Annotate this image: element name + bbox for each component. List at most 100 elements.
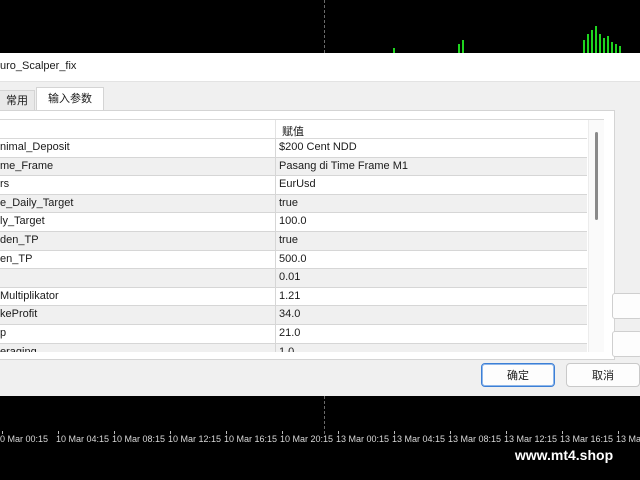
- variable-name: Multiplikator: [0, 289, 59, 302]
- candle: [599, 34, 601, 53]
- time-axis-label: 13 Mar 00:15: [336, 434, 390, 444]
- table-row[interactable]: eraging 1.0: [0, 343, 587, 352]
- variable-name: rs: [0, 178, 10, 191]
- variable-name: ly_Target: [0, 215, 45, 228]
- variable-name: eraging: [0, 345, 37, 352]
- cell-divider: [275, 157, 276, 176]
- variable-value[interactable]: 100.0: [279, 215, 307, 227]
- side-button-save[interactable]: [612, 331, 640, 357]
- cell-divider: [275, 231, 276, 250]
- cell-divider: [275, 343, 276, 352]
- time-axis-label: 13 Mar 08:15: [448, 434, 502, 444]
- cell-divider: [275, 269, 276, 287]
- dialog-titlebar[interactable]: uro_Scalper_fix: [0, 53, 640, 82]
- time-axis-label: 13 Mar 12:15: [504, 434, 558, 444]
- time-axis-tick: [170, 431, 171, 434]
- inputs-panel: 赋值 nimal_Deposit $200 Cent NDD me_Frame Pas…: [0, 110, 615, 360]
- table-scrollbar[interactable]: [588, 120, 604, 352]
- table-row[interactable]: 0.01: [0, 269, 587, 288]
- inputs-table: 赋值 nimal_Deposit $200 Cent NDD me_Frame Pas…: [0, 119, 604, 352]
- cell-divider: [275, 176, 276, 194]
- time-axis-tick: [2, 431, 3, 434]
- variable-value[interactable]: Pasang di Time Frame M1: [279, 160, 408, 172]
- column-header-value[interactable]: 赋值: [282, 123, 304, 139]
- cell-divider: [275, 324, 276, 343]
- scrollbar-thumb[interactable]: [595, 132, 598, 220]
- time-axis-tick: [450, 431, 451, 434]
- table-row[interactable]: me_Frame Pasang di Time Frame M1: [0, 157, 587, 177]
- table-row[interactable]: den_TP true: [0, 231, 587, 251]
- side-button-load[interactable]: [612, 293, 640, 319]
- cell-divider: [275, 306, 276, 324]
- table-row[interactable]: p 21.0: [0, 324, 587, 344]
- time-axis-label: 10 Mar 16:15: [224, 434, 278, 444]
- candle: [615, 44, 617, 53]
- candle: [619, 46, 621, 53]
- variable-name: me_Frame: [0, 159, 54, 172]
- table-header: 赋值: [0, 120, 587, 139]
- time-axis-tick: [226, 431, 227, 434]
- table-row[interactable]: ly_Target 100.0: [0, 213, 587, 232]
- variable-value[interactable]: 1.21: [279, 290, 300, 302]
- table-row[interactable]: keProfit 34.0: [0, 306, 587, 325]
- cell-divider: [275, 213, 276, 231]
- variable-value[interactable]: true: [279, 234, 298, 246]
- cancel-button[interactable]: 取消: [566, 363, 640, 387]
- time-axis-tick: [282, 431, 283, 434]
- variable-name: keProfit: [0, 308, 38, 321]
- variable-value[interactable]: true: [279, 197, 298, 209]
- variable-value[interactable]: $200 Cent NDD: [279, 141, 357, 153]
- ea-properties-dialog: uro_Scalper_fix 常用 输入参数 赋值 nimal_Deposit…: [0, 53, 640, 396]
- variable-name: den_TP: [0, 233, 39, 246]
- time-axis-label: 0 Mar 00:15: [0, 434, 49, 444]
- time-axis-label: 10 Mar 08:15: [112, 434, 166, 444]
- variable-value[interactable]: EurUsd: [279, 178, 316, 190]
- table-row[interactable]: nimal_Deposit $200 Cent NDD: [0, 139, 587, 158]
- table-row[interactable]: rs EurUsd: [0, 176, 587, 195]
- variable-value[interactable]: 21.0: [279, 327, 300, 339]
- time-axis-label: 10 Mar 20:15: [280, 434, 334, 444]
- variable-value[interactable]: 0.01: [279, 271, 300, 283]
- time-axis-label: 10 Mar 04:15: [56, 434, 110, 444]
- table-row[interactable]: en_TP 500.0: [0, 250, 587, 270]
- time-axis-tick: [394, 431, 395, 434]
- tab-inputs[interactable]: 输入参数: [36, 87, 104, 111]
- candle: [462, 40, 464, 53]
- chart-period-separator: [324, 0, 325, 53]
- price-chart-bottom: 0 Mar 00:15 10 Mar 04:15 10 Mar 08:15 10 Ma…: [0, 396, 640, 480]
- table-row[interactable]: e_Daily_Target true: [0, 194, 587, 214]
- candle: [591, 30, 593, 53]
- cell-divider: [275, 194, 276, 213]
- variable-name: nimal_Deposit: [0, 141, 70, 153]
- price-chart-top: [0, 0, 640, 53]
- candle: [603, 38, 605, 53]
- variable-value[interactable]: 1.0: [279, 346, 294, 352]
- candle: [458, 44, 460, 53]
- variable-value[interactable]: 34.0: [279, 308, 300, 320]
- column-divider[interactable]: [275, 120, 276, 138]
- candle: [595, 26, 597, 53]
- time-axis-tick: [506, 431, 507, 434]
- variable-value[interactable]: 500.0: [279, 253, 307, 265]
- table-row[interactable]: Multiplikator 1.21: [0, 287, 587, 307]
- watermark-text: www.mt4.shop: [494, 444, 634, 466]
- time-axis-label: 10 Mar 12:15: [168, 434, 222, 444]
- variable-name: en_TP: [0, 252, 33, 265]
- cell-divider: [275, 250, 276, 269]
- candle: [587, 34, 589, 53]
- cell-divider: [275, 139, 276, 157]
- time-axis-tick: [114, 431, 115, 434]
- candle: [611, 42, 613, 53]
- cell-divider: [275, 287, 276, 306]
- time-axis-label: 13 Ma: [616, 434, 640, 444]
- time-axis-tick: [58, 431, 59, 434]
- time-axis-tick: [618, 431, 619, 434]
- chart-period-separator: [324, 396, 325, 434]
- time-axis-tick: [338, 431, 339, 434]
- time-axis-label: 13 Mar 16:15: [560, 434, 614, 444]
- candle: [607, 36, 609, 53]
- time-axis-label: 13 Mar 04:15: [392, 434, 446, 444]
- tab-common[interactable]: 常用: [0, 90, 35, 112]
- ok-button[interactable]: 确定: [481, 363, 555, 387]
- table-rows: nimal_Deposit $200 Cent NDD me_Frame Pasang…: [0, 139, 587, 352]
